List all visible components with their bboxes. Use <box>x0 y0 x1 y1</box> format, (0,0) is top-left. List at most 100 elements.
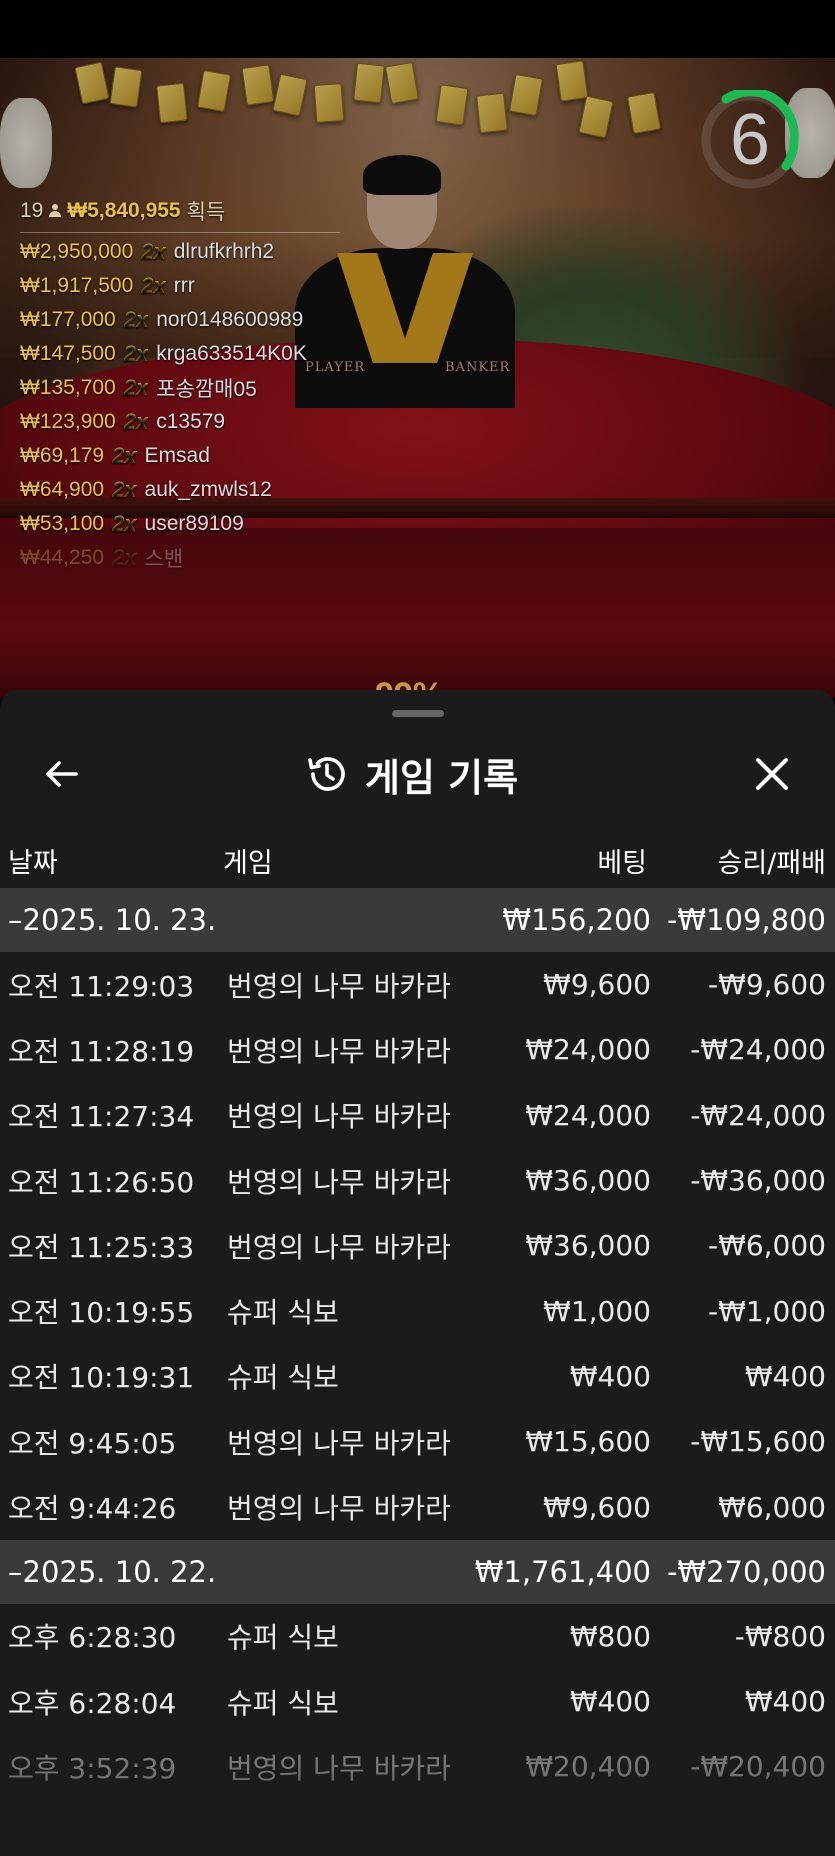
row-game: 번영의 나무 바카라 <box>227 1492 451 1526</box>
row-bet: ₩400 <box>569 1685 651 1719</box>
winners-total-suffix: 획득 <box>186 201 226 224</box>
arrow-left-icon <box>46 761 78 787</box>
row-game: 번영의 나무 바카라 <box>227 1034 451 1068</box>
game-history-sheet: 게임 기록 날짜 게임 베팅 승리/패배 –2025. 10. 23. ₩156… <box>0 690 835 1856</box>
date-group-row[interactable]: –2025. 10. 23. ₩156,200 -₩109,800 <box>0 888 835 952</box>
user-icon <box>49 204 62 218</box>
history-table: –2025. 10. 23. ₩156,200 -₩109,800 오전 11:… <box>0 888 835 1800</box>
winner-amount: ₩2,950,000 <box>20 240 134 263</box>
row-result: -₩24,000 <box>690 1033 826 1067</box>
table-row[interactable]: 오후 3:52:39 번영의 나무 바카라 ₩20,400 -₩20,400 <box>0 1734 835 1799</box>
row-result: ₩6,000 <box>718 1490 826 1524</box>
column-header-win-loss: 승리/패배 <box>717 847 826 879</box>
row-time: 오전 10:19:31 <box>8 1361 195 1395</box>
winner-multiplier: 2x <box>112 443 137 468</box>
group-date: –2025. 10. 22. <box>8 1554 217 1589</box>
status-bar <box>0 0 835 58</box>
winner-username: c13579 <box>156 410 226 433</box>
winners-divider <box>20 232 340 233</box>
winner-row: ₩123,900 2x c13579 <box>20 405 380 439</box>
row-time: 오전 10:19:55 <box>8 1296 195 1330</box>
table-row[interactable]: 오전 11:26:50 번영의 나무 바카라 ₩36,000 -₩36,000 <box>0 1148 835 1213</box>
column-header-date: 날짜 <box>8 847 58 879</box>
table-row[interactable]: 오전 9:44:26 번영의 나무 바카라 ₩9,600 ₩6,000 <box>0 1474 835 1539</box>
winner-row: ₩177,000 2x nor0148600989 <box>20 303 380 337</box>
winner-amount: ₩44,250 <box>20 546 105 569</box>
row-result: -₩9,600 <box>708 968 826 1002</box>
table-row[interactable]: 오전 9:45:05 번영의 나무 바카라 ₩15,600 -₩15,600 <box>0 1409 835 1474</box>
row-game: 번영의 나무 바카라 <box>227 1230 451 1264</box>
winner-username: Emsad <box>144 444 210 467</box>
date-group-row[interactable]: –2025. 10. 22. ₩1,761,400 -₩270,000 <box>0 1539 835 1604</box>
row-time: 오전 11:25:33 <box>8 1230 195 1264</box>
group-bet-total: ₩156,200 <box>502 903 651 937</box>
winner-username: 스밴 <box>144 548 184 571</box>
winner-username: user89109 <box>144 512 244 535</box>
drag-handle[interactable] <box>392 710 444 717</box>
winner-amount: ₩69,179 <box>20 444 105 467</box>
winner-row: ₩135,700 2x 포송깜매05 <box>20 371 380 405</box>
close-button[interactable] <box>750 752 794 796</box>
winners-total: ₩5,840,955 <box>67 199 181 222</box>
winner-username: rrr <box>173 274 195 297</box>
close-icon <box>756 758 788 790</box>
row-time: 오전 11:28:19 <box>8 1034 195 1068</box>
winner-multiplier: 2x <box>141 273 166 298</box>
row-bet: ₩9,600 <box>543 1490 651 1524</box>
group-bet-total: ₩1,761,400 <box>474 1554 651 1589</box>
winner-multiplier: 2x <box>112 477 137 502</box>
winners-count: 19 <box>20 199 44 222</box>
table-row[interactable]: 오전 11:25:33 번영의 나무 바카라 ₩36,000 -₩6,000 <box>0 1213 835 1278</box>
row-bet: ₩9,600 <box>543 968 651 1002</box>
row-time: 오전 11:27:34 <box>8 1100 195 1134</box>
row-game: 번영의 나무 바카라 <box>227 1165 451 1199</box>
group-date: –2025. 10. 23. <box>8 903 217 937</box>
winner-multiplier: 2x <box>123 307 149 332</box>
page-title: 게임 기록 <box>365 755 519 800</box>
row-game: 슈퍼 식보 <box>227 1621 339 1655</box>
winner-multiplier: 2x <box>123 375 149 400</box>
winner-row: ₩147,500 2x krga633514K0K <box>20 337 380 371</box>
winner-row: ₩53,100 2x user89109 <box>20 507 380 541</box>
row-result: -₩20,400 <box>690 1750 826 1784</box>
row-result: -₩15,600 <box>690 1425 826 1459</box>
winner-amount: ₩135,700 <box>20 376 116 399</box>
winner-username: auk_zmwls12 <box>144 478 272 501</box>
row-game: 번영의 나무 바카라 <box>227 969 451 1003</box>
winner-amount: ₩1,917,500 <box>20 274 134 297</box>
winner-multiplier: 2x <box>112 511 137 536</box>
row-bet: ₩24,000 <box>525 1098 651 1132</box>
row-game: 번영의 나무 바카라 <box>227 1100 451 1134</box>
row-game: 번영의 나무 바카라 <box>227 1751 451 1785</box>
row-result: -₩800 <box>734 1619 826 1653</box>
column-header-game: 게임 <box>223 847 273 879</box>
winner-row: ₩44,250 2x 스밴 <box>20 541 380 575</box>
row-time: 오전 11:26:50 <box>8 1165 195 1199</box>
table-row[interactable]: 오전 11:27:34 번영의 나무 바카라 ₩24,000 -₩24,000 <box>0 1083 835 1148</box>
row-time: 오전 9:44:26 <box>8 1492 177 1526</box>
row-game: 번영의 나무 바카라 <box>227 1426 451 1460</box>
table-row[interactable]: 오전 11:28:19 번영의 나무 바카라 ₩24,000 -₩24,000 <box>0 1017 835 1082</box>
row-result: ₩400 <box>744 1685 826 1719</box>
table-row[interactable]: 오전 10:19:55 슈퍼 식보 ₩1,000 -₩1,000 <box>0 1278 835 1343</box>
table-row[interactable]: 오후 6:28:30 슈퍼 식보 ₩800 -₩800 <box>0 1604 835 1669</box>
row-result: ₩400 <box>744 1359 826 1393</box>
row-time: 오전 11:29:03 <box>8 969 195 1003</box>
table-row[interactable]: 오후 6:28:04 슈퍼 식보 ₩400 ₩400 <box>0 1669 835 1734</box>
winner-amount: ₩147,500 <box>20 342 116 365</box>
winner-multiplier: 2x <box>123 409 149 434</box>
winner-amount: ₩53,100 <box>20 512 105 535</box>
winner-multiplier: 2x <box>123 341 149 366</box>
row-bet: ₩36,000 <box>525 1164 651 1198</box>
winner-username: nor0148600989 <box>156 308 304 331</box>
table-row[interactable]: 오전 11:29:03 번영의 나무 바카라 ₩9,600 -₩9,600 <box>0 952 835 1017</box>
row-bet: ₩20,400 <box>525 1750 651 1784</box>
winner-amount: ₩177,000 <box>20 308 116 331</box>
winner-amount: ₩123,900 <box>20 410 116 433</box>
table-row[interactable]: 오전 10:19:31 슈퍼 식보 ₩400 ₩400 <box>0 1344 835 1409</box>
winner-row: ₩64,900 2x auk_zmwls12 <box>20 473 380 507</box>
back-button[interactable] <box>40 752 84 796</box>
column-header-bet: 베팅 <box>597 847 647 879</box>
row-time: 오전 9:45:05 <box>8 1426 177 1460</box>
winner-username: krga633514K0K <box>156 342 307 365</box>
